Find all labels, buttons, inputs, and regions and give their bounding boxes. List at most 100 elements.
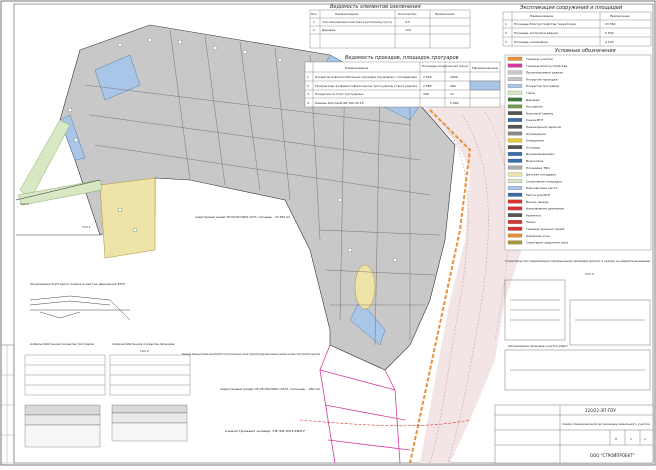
svg-text:1: 1 [505, 22, 507, 26]
legend-swatch [507, 186, 523, 190]
svg-text:1800: 1800 [450, 75, 458, 79]
svg-text:Наименование: Наименование [335, 12, 358, 16]
legend-swatch [507, 56, 523, 61]
svg-text:Площадь озеленения: Площадь озеленения [514, 40, 548, 44]
legend-swatch [507, 90, 523, 95]
svg-text:Площадь застройки здания: Площадь застройки здания [514, 31, 558, 35]
svg-text:Примечание: Примечание [472, 66, 498, 70]
stamp-code: 120/22-ЭП-ПЗУ [585, 408, 616, 413]
svg-text:П: П [615, 437, 617, 441]
legend-swatch [507, 124, 523, 129]
legend-swatch [507, 158, 523, 163]
legend-item: Граница участка [526, 57, 553, 61]
drawing-sheet: Ведомость элементов озеленения Поз. Наим… [0, 0, 656, 466]
legend-item: Колодцы [526, 145, 541, 149]
legend-item: Парковочные места [526, 186, 558, 190]
legend-item: Охранная зона [526, 234, 550, 238]
lawn-area [99, 177, 156, 259]
legend-swatch [507, 111, 523, 116]
svg-text:Газон обыкновенный (посев трав: Газон обыкновенный (посев трав по растит… [322, 20, 392, 24]
svg-text:Покрытие асфальтобетонное трот: Покрытие асфальтобетонное тротуаров (тро… [315, 84, 417, 88]
svg-text:Деревья: Деревья [322, 28, 335, 32]
svg-text:Примечание: Примечание [610, 14, 630, 18]
legend-item: Покрытие тротуаров [526, 84, 559, 88]
legend-swatch [507, 199, 523, 204]
legend-item: Покрытие проездов [526, 77, 558, 81]
legend-item: Знаки [526, 220, 536, 224]
legend-swatch [507, 97, 523, 102]
svg-text:1: 1 [313, 20, 315, 24]
legend-swatch [507, 179, 523, 183]
svg-text:5 540: 5 540 [605, 31, 614, 35]
legend-item: Дождеприемники [526, 152, 554, 156]
svg-text:3: 3 [505, 40, 507, 44]
svg-text:Организация проездов участка р: Организация проездов участка работ [508, 344, 568, 348]
svg-text:3: 3 [307, 92, 309, 96]
svg-text:2: 2 [313, 28, 315, 32]
legend-item: Ограждение [526, 132, 546, 136]
legend-item: Съезд МГН [526, 118, 543, 122]
svg-text:Площадь благоустройства террит: Площадь благоустройства территории [514, 22, 576, 26]
svg-text:1: 1 [307, 75, 309, 79]
legend-item: Спортивная площадка [526, 179, 562, 183]
legend-swatch [507, 77, 523, 82]
legend-item: Водоотвод [526, 159, 543, 163]
legend-swatch [507, 138, 523, 143]
svg-text:Площадь покрытия м2 (кв.м): Площадь покрытия м2 (кв.м) [422, 64, 468, 68]
svg-text:Примечание: Примечание [435, 12, 455, 16]
legend-item: Площадка ТБО [526, 166, 550, 170]
pave1-title: Асфальтобетонное покрытие тротуаров [29, 342, 94, 346]
legend-item: Кустарник [526, 105, 543, 109]
legend-swatch [507, 226, 523, 231]
svg-text:Покрытие асфальтобетонное прое: Покрытие асфальтобетонное проездов (прое… [315, 75, 417, 79]
legend-swatch [507, 213, 523, 217]
legend-item: Граница красных линий [526, 227, 564, 231]
svg-text:4.5: 4.5 [405, 20, 410, 24]
legend-item: Освещение [526, 139, 544, 143]
svg-text:2 680: 2 680 [423, 84, 432, 88]
roads-title: Ведомость проездов, площадок,тротуаров [345, 55, 459, 61]
legend-item: Граница благоустройства [526, 64, 567, 68]
svg-text:2: 2 [307, 84, 309, 88]
svg-text:Количество: Количество [398, 12, 417, 16]
legend-item: Деревья [526, 98, 539, 102]
legend-swatch [507, 63, 523, 68]
stamp-title: Схема планировочной организации земельно… [562, 422, 650, 426]
cross-title: Понижение бортового камня в местах движе… [30, 282, 126, 286]
legend-title: Условные обозначения [555, 48, 616, 54]
svg-text:12: 12 [450, 92, 454, 96]
legend-item: Газон [526, 91, 535, 95]
spec-title: Ведомость элементов озеленения [330, 4, 421, 10]
svg-text:Тип 3: Тип 3 [585, 272, 594, 276]
svg-text:120: 120 [405, 28, 411, 32]
svg-text:340: 340 [423, 92, 429, 96]
svg-text:2 000: 2 000 [450, 101, 459, 105]
plan-note: Примечание. Временные бортовые камни БР … [182, 352, 320, 356]
legend-swatch [507, 70, 523, 75]
svg-text:460: 460 [450, 84, 456, 88]
cadastre-label-3: кадастровый номер 78:36:0013607 [225, 429, 305, 433]
legend-item: Разметка [526, 213, 541, 217]
svg-text:1: 1 [630, 437, 632, 441]
right-title: Строительство пересечения (примыкания) п… [505, 259, 650, 263]
svg-text:Тип 1: Тип 1 [81, 225, 91, 229]
svg-text:Наименование: Наименование [530, 14, 553, 18]
legend-swatch [507, 220, 523, 224]
legend-swatch [507, 131, 523, 136]
legend-item: Пешеходный переход [526, 125, 561, 129]
legend-item: Направление движения [526, 207, 564, 211]
legend-swatch [507, 233, 523, 238]
site-plan-svg: Ведомость элементов озеленения Поз. Наим… [0, 0, 656, 466]
legend-item: Бортовой камень [526, 111, 554, 115]
legend-swatch [507, 104, 523, 109]
legend-swatch [507, 145, 523, 149]
svg-text:4 120: 4 120 [605, 40, 614, 44]
legend-item: Места для МГН [526, 193, 550, 197]
svg-text:7 620: 7 620 [423, 75, 432, 79]
cadastre-label-1: кадастровый номер 78:36:0013601:1573, пл… [195, 215, 290, 219]
legend-swatch [507, 152, 523, 156]
legend-swatch [507, 84, 523, 88]
stamp-org: ООО "СТРОЙПРОЕКТ" [590, 453, 635, 458]
legend-item: Санитарно-защитная зона [526, 241, 568, 245]
svg-text:Тип 4: Тип 4 [140, 349, 149, 353]
